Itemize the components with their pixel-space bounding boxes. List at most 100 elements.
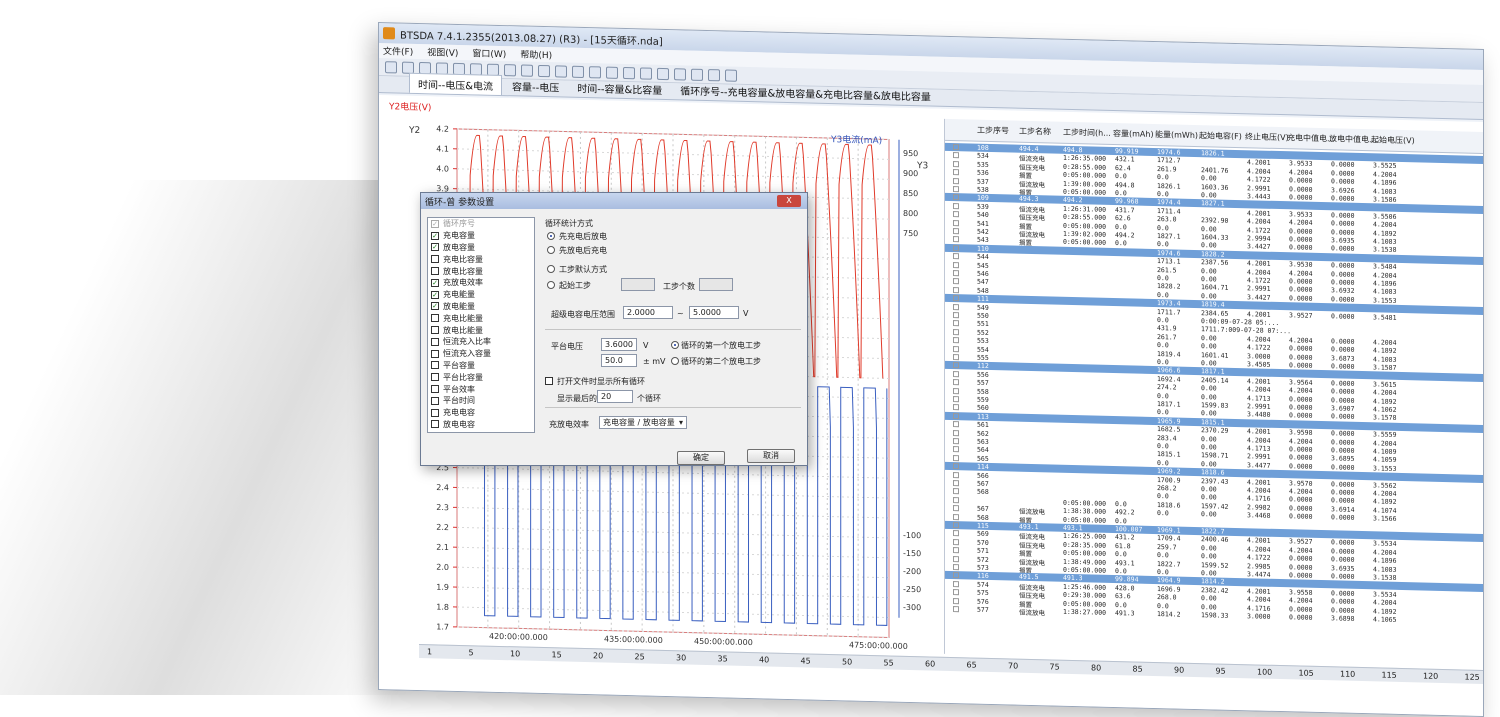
- expand-icon[interactable]: [953, 354, 959, 360]
- menu-file[interactable]: 文件(F): [383, 44, 413, 58]
- expand-icon[interactable]: [953, 581, 959, 587]
- tab-time-voltage-current[interactable]: 时间--电压&电流: [409, 73, 502, 95]
- expand-icon[interactable]: [953, 253, 959, 259]
- checkbox[interactable]: [431, 326, 439, 334]
- filter-icon[interactable]: [538, 64, 550, 76]
- table-icon[interactable]: [708, 69, 720, 81]
- checklist-item[interactable]: 充电比容量: [428, 253, 534, 265]
- expand-icon[interactable]: [953, 186, 959, 192]
- checkbox[interactable]: [431, 361, 439, 369]
- checkbox[interactable]: ✓: [431, 220, 439, 228]
- next-icon[interactable]: [640, 67, 652, 79]
- column-header[interactable]: 放电中值电...: [1329, 133, 1377, 145]
- checkbox[interactable]: [431, 373, 439, 381]
- excel-icon[interactable]: [725, 69, 737, 81]
- checkbox[interactable]: [431, 314, 439, 322]
- expand-icon[interactable]: [953, 505, 959, 511]
- efficiency-select[interactable]: 充电容量 / 放电容量 ▾: [599, 416, 687, 429]
- radio-first-discharge[interactable]: [671, 341, 679, 349]
- expand-icon[interactable]: [953, 262, 959, 268]
- expand-icon[interactable]: [953, 430, 959, 436]
- checkbox[interactable]: ✓: [431, 232, 439, 240]
- undo-icon[interactable]: [487, 63, 499, 75]
- checkbox[interactable]: ✓: [431, 302, 439, 310]
- column-header[interactable]: 终止电压(V): [1245, 131, 1289, 143]
- expand-icon[interactable]: [953, 438, 959, 444]
- expand-icon[interactable]: [953, 379, 959, 385]
- pointer-tool-icon[interactable]: [402, 61, 414, 73]
- expand-icon[interactable]: [953, 446, 959, 452]
- prev-icon[interactable]: [623, 66, 635, 78]
- checkbox[interactable]: [431, 409, 439, 417]
- radio-second-discharge[interactable]: [671, 357, 679, 365]
- checklist-item[interactable]: 放电比容量: [428, 265, 534, 277]
- expand-icon[interactable]: [953, 388, 959, 394]
- radio-default-step[interactable]: [547, 265, 555, 273]
- tab-time-capacity[interactable]: 时间--容量&比容量: [569, 78, 670, 99]
- checkbox[interactable]: [431, 338, 439, 346]
- expand-icon[interactable]: [953, 287, 959, 293]
- expand-icon[interactable]: [953, 161, 959, 167]
- expand-icon[interactable]: [953, 220, 959, 226]
- hand-tool-icon[interactable]: [385, 61, 397, 73]
- export-icon[interactable]: [691, 68, 703, 80]
- expand-icon[interactable]: [953, 556, 959, 562]
- expand-icon[interactable]: [953, 346, 959, 352]
- expand-icon[interactable]: [953, 396, 959, 402]
- expand-icon[interactable]: [953, 169, 959, 175]
- checklist-item[interactable]: 放电电容: [428, 419, 534, 431]
- expand-icon[interactable]: [953, 228, 959, 234]
- checkbox[interactable]: [431, 420, 439, 428]
- expand-icon[interactable]: [953, 371, 959, 377]
- close-button[interactable]: X: [777, 195, 801, 207]
- checklist-item[interactable]: ✓循环序号: [428, 218, 534, 230]
- expand-icon[interactable]: [953, 329, 959, 335]
- checklist-item[interactable]: 平台比容量: [428, 371, 534, 383]
- cursor-icon[interactable]: [470, 63, 482, 75]
- expand-icon[interactable]: [953, 564, 959, 570]
- supercap-min-input[interactable]: 2.0000: [623, 306, 673, 319]
- column-header[interactable]: 能量(mWh): [1155, 129, 1198, 141]
- language-icon[interactable]: [657, 67, 669, 79]
- plateau-voltage-input[interactable]: 3.6000: [601, 338, 637, 351]
- expand-icon[interactable]: [953, 472, 959, 478]
- column-header[interactable]: 工步时间(h...: [1063, 127, 1111, 139]
- show-all-checkbox[interactable]: [545, 377, 553, 385]
- expand-icon[interactable]: [953, 455, 959, 461]
- expand-icon[interactable]: [953, 480, 959, 486]
- checklist-item[interactable]: 平台容量: [428, 360, 534, 372]
- checklist-item[interactable]: ✓充电能量: [428, 289, 534, 301]
- expand-icon[interactable]: [953, 404, 959, 410]
- checklist-item[interactable]: 充电电容: [428, 407, 534, 419]
- open-folder-icon[interactable]: [555, 65, 567, 77]
- checklist-item[interactable]: 充电比能量: [428, 312, 534, 324]
- expand-icon[interactable]: [953, 522, 959, 528]
- expand-icon[interactable]: [953, 312, 959, 318]
- supercap-max-input[interactable]: 5.0000: [689, 306, 739, 319]
- column-header[interactable]: 起始电容(F): [1199, 130, 1242, 142]
- column-header[interactable]: 工步序号: [977, 125, 1009, 137]
- column-header[interactable]: 起始电压(V): [1371, 134, 1415, 146]
- menu-view[interactable]: 视图(V): [427, 45, 458, 59]
- zoom-in-icon[interactable]: [419, 62, 431, 74]
- checklist-item[interactable]: 恒流充入比率: [428, 336, 534, 348]
- line-icon[interactable]: [521, 64, 533, 76]
- expand-icon[interactable]: [953, 194, 959, 200]
- expand-icon[interactable]: [953, 178, 959, 184]
- grid-icon[interactable]: [453, 62, 465, 74]
- checklist-item[interactable]: ✓充电容量: [428, 230, 534, 242]
- expand-icon[interactable]: [953, 589, 959, 595]
- expand-icon[interactable]: [953, 497, 959, 503]
- checkbox[interactable]: ✓: [431, 291, 439, 299]
- expand-icon[interactable]: [953, 539, 959, 545]
- step-count-input[interactable]: [699, 278, 733, 291]
- expand-icon[interactable]: [953, 463, 959, 469]
- expand-icon[interactable]: [953, 236, 959, 242]
- checklist-item[interactable]: 平台效率: [428, 383, 534, 395]
- expand-icon[interactable]: [953, 245, 959, 251]
- checkbox[interactable]: ✓: [431, 243, 439, 251]
- expand-icon[interactable]: [953, 304, 959, 310]
- expand-icon[interactable]: [953, 598, 959, 604]
- help-icon[interactable]: [606, 66, 618, 78]
- expand-icon[interactable]: [953, 488, 959, 494]
